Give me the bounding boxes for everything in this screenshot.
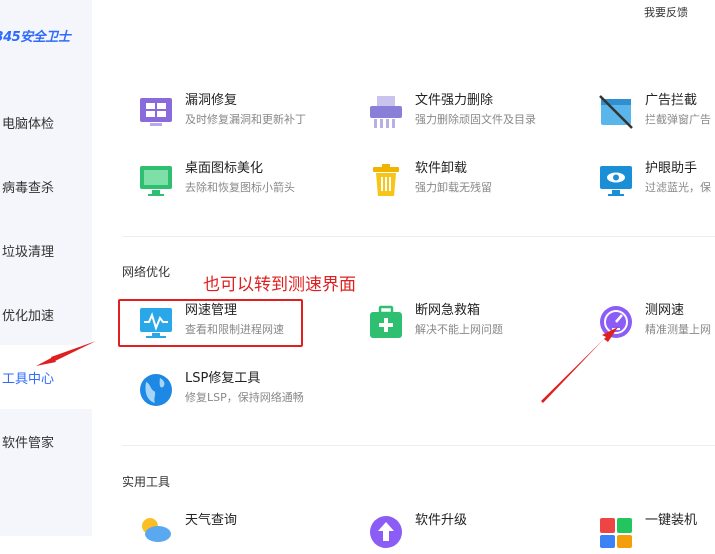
feedback-link[interactable]: 我要反馈	[644, 4, 688, 20]
tool-desc: 去除和恢复图标小箭头	[185, 181, 295, 194]
first-aid-kit-icon	[368, 304, 404, 340]
tool-desc: 强力删除顽固文件及目录	[415, 113, 536, 126]
sidebar-item-virus-scan[interactable]: 病毒查杀	[0, 163, 92, 209]
sidebar-item-label: 软件管家	[2, 435, 55, 451]
globe-icon	[138, 372, 174, 408]
section-title-network: 网络优化	[122, 265, 171, 279]
tool-desc: 过滤蓝光，保	[645, 181, 711, 194]
tool-title: 桌面图标美化	[185, 161, 264, 176]
tool-one-click-install[interactable]: 一键装机	[598, 512, 697, 550]
tool-title: 天气查询	[185, 513, 238, 528]
sidebar-item-checkup[interactable]: 电脑体检	[0, 99, 92, 145]
sidebar-item-label: 垃圾清理	[2, 244, 55, 260]
sidebar-item-optimize[interactable]: 优化加速	[0, 291, 92, 337]
tool-speed-test[interactable]: 测网速 精准测量上网	[598, 302, 711, 340]
tool-file-shredder[interactable]: 文件强力删除强力删除顽固文件及目录	[368, 92, 536, 130]
tool-title: LSP修复工具	[185, 371, 261, 386]
tool-desc: 修复LSP，保持网络通畅	[185, 391, 304, 404]
ad-block-icon	[598, 94, 634, 130]
sidebar-item-cleanup[interactable]: 垃圾清理	[0, 227, 92, 273]
sidebar-item-software-manager[interactable]: 软件管家	[0, 418, 92, 464]
weather-icon	[138, 514, 174, 550]
upgrade-icon	[368, 514, 404, 550]
tool-desc: 解决不能上网问题	[415, 323, 503, 336]
tool-weather[interactable]: 天气查询	[138, 512, 237, 550]
tool-eye-care[interactable]: 护眼助手过滤蓝光，保	[598, 160, 711, 198]
tool-lsp-repair[interactable]: LSP修复工具修复LSP，保持网络通畅	[138, 370, 304, 408]
tool-title: 测网速	[645, 303, 685, 318]
tool-title: 软件卸载	[415, 161, 468, 176]
tool-vuln-fix[interactable]: 漏洞修复及时修复漏洞和更新补丁	[138, 92, 306, 130]
tool-desc: 精准测量上网	[645, 323, 711, 336]
shredder-icon	[368, 94, 404, 130]
monitor-icon	[138, 162, 174, 198]
tool-ad-block[interactable]: 广告拦截拦截弹窗广告	[598, 92, 711, 130]
tool-desktop-icon[interactable]: 桌面图标美化去除和恢复图标小箭头	[138, 160, 295, 198]
tool-uninstall[interactable]: 软件卸载强力卸载无残留	[368, 160, 492, 198]
tool-desc: 及时修复漏洞和更新补丁	[185, 113, 306, 126]
tool-title: 断网急救箱	[415, 303, 481, 318]
tool-title: 广告拦截	[645, 93, 698, 108]
section-title-utility: 实用工具	[122, 475, 171, 489]
tool-software-upgrade[interactable]: 软件升级	[368, 512, 467, 550]
annotation-arrows	[36, 327, 618, 403]
annotation-text: 也可以转到测速界面	[203, 275, 356, 295]
highlight-box	[118, 299, 303, 347]
divider	[122, 236, 715, 237]
sidebar-item-label: 工具中心	[2, 371, 55, 387]
tool-title: 软件升级	[415, 513, 468, 528]
tool-title: 文件强力删除	[415, 93, 494, 108]
windows-icon	[138, 94, 174, 130]
tool-network-rescue[interactable]: 断网急救箱解决不能上网问题	[368, 302, 503, 340]
divider	[122, 445, 715, 446]
sidebar: 2345安全卫士 电脑体检 病毒查杀 垃圾清理 优化加速 工具中心 软件管家	[0, 0, 92, 536]
app-logo: 2345安全卫士	[0, 30, 71, 45]
sidebar-item-tool-center[interactable]: 工具中心	[0, 345, 92, 409]
tool-title: 护眼助手	[645, 161, 698, 176]
tool-desc: 强力卸载无残留	[415, 181, 492, 194]
speedometer-icon	[598, 304, 634, 340]
sidebar-item-label: 病毒查杀	[2, 180, 55, 196]
tool-title: 一键装机	[645, 513, 698, 528]
install-icon	[598, 514, 634, 550]
eye-monitor-icon	[598, 162, 634, 198]
trash-icon	[368, 162, 404, 198]
sidebar-item-label: 电脑体检	[2, 116, 55, 132]
sidebar-item-label: 优化加速	[2, 308, 55, 324]
tool-title: 漏洞修复	[185, 93, 238, 108]
tool-desc: 拦截弹窗广告	[645, 113, 711, 126]
